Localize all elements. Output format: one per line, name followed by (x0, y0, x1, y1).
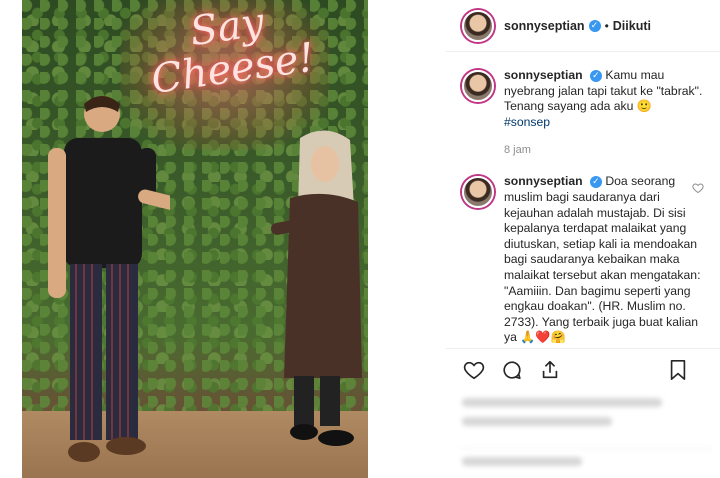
comment-button[interactable] (500, 358, 524, 382)
comment-text: Doa seorang muslim bagi saudaranya dari … (504, 174, 701, 345)
comment-timestamp[interactable]: 8 jam (504, 144, 720, 156)
list-item: sonnyseptian ✓ Doa seorang muslim bagi s… (446, 166, 720, 346)
following-button[interactable]: Diikuti (613, 19, 651, 33)
add-comment-blurred (462, 448, 712, 476)
share-button[interactable] (538, 358, 562, 382)
blur-line (462, 457, 582, 466)
man-figure (48, 96, 170, 462)
comment-username[interactable]: sonnyseptian (504, 174, 583, 188)
bookmark-icon (670, 360, 686, 380)
post-side-panel: sonnyseptian ✓ • Diikuti sonnyseptian ✓ … (446, 0, 720, 478)
likes-summary-blurred (462, 398, 712, 436)
comment-icon (503, 360, 521, 379)
comment-username[interactable]: sonnyseptian (504, 68, 583, 82)
hashtag-link[interactable]: #sonsep (504, 115, 550, 129)
save-button[interactable] (666, 358, 690, 382)
share-icon (542, 360, 558, 378)
blur-line (462, 417, 612, 426)
post-header: sonnyseptian ✓ • Diikuti (446, 0, 720, 52)
heart-icon (463, 361, 485, 379)
verified-badge-icon: ✓ (589, 176, 602, 189)
separator-dot: • (604, 18, 609, 33)
caption-comment: sonnyseptian ✓ Kamu mau nyebrang jalan t… (446, 60, 720, 130)
verified-badge-icon: ✓ (589, 69, 602, 82)
like-button[interactable] (462, 358, 486, 382)
comment-body: sonnyseptian ✓ Kamu mau nyebrang jalan t… (504, 68, 704, 130)
action-bar (446, 348, 720, 390)
like-comment-heart-icon[interactable] (692, 182, 704, 194)
post-photo[interactable]: Say Cheese! (22, 0, 368, 478)
avatar[interactable] (462, 70, 494, 102)
comments-list[interactable]: sonnyseptian ✓ Kamu mau nyebrang jalan t… (446, 60, 720, 350)
blur-line (462, 398, 662, 407)
verified-badge-icon: ✓ (588, 19, 601, 32)
avatar[interactable] (462, 9, 494, 42)
avatar[interactable] (462, 176, 494, 209)
post-username[interactable]: sonnyseptian (504, 19, 585, 33)
woman-figure (270, 130, 362, 446)
comment-body: sonnyseptian ✓ Doa seorang muslim bagi s… (504, 174, 704, 346)
